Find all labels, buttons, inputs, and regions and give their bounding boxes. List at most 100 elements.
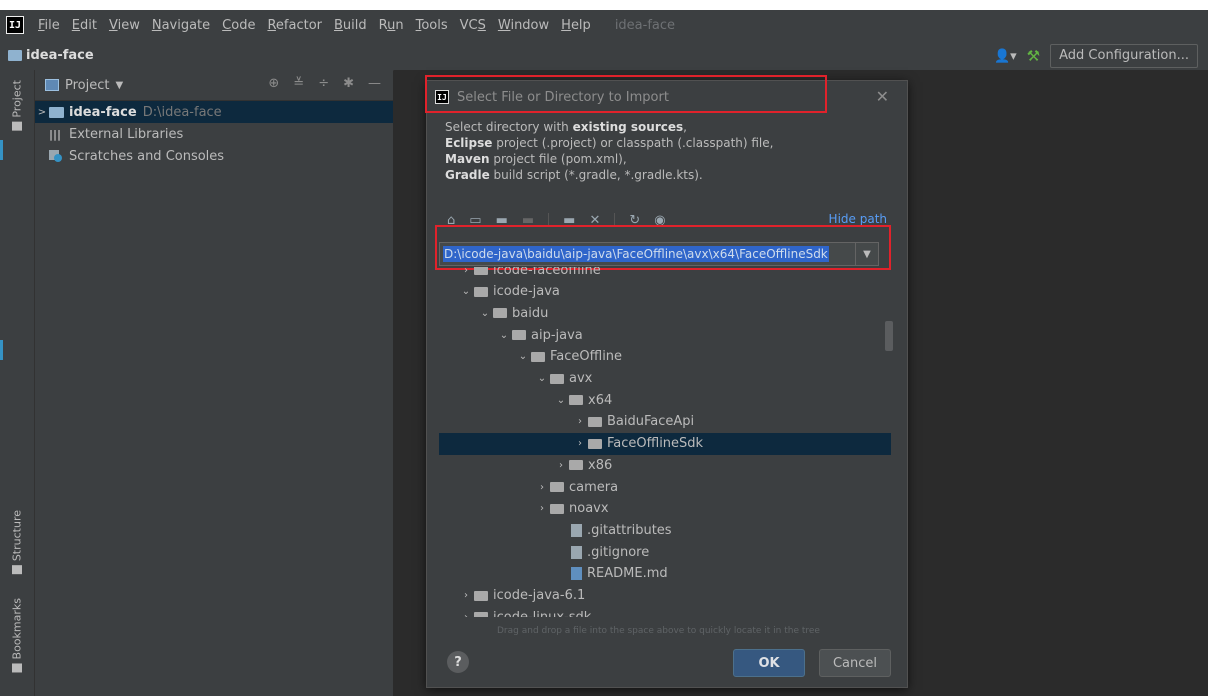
structure-icon — [12, 565, 22, 575]
collapse-all-icon[interactable]: ÷ — [318, 76, 329, 91]
menu-code[interactable]: Code — [216, 18, 261, 33]
scrollbar-thumb[interactable] — [885, 321, 893, 351]
navigation-bar: idea-face 👤▾ ⚒ Add Configuration... — [0, 40, 1208, 71]
tree-row[interactable]: ⌄ icode-java — [439, 281, 891, 303]
chevron-down-icon[interactable]: ⌄ — [534, 373, 550, 384]
tree-row[interactable]: ⌄ x64 — [439, 389, 891, 411]
tree-row[interactable]: ⌄ baidu — [439, 302, 891, 324]
menu-tools[interactable]: Tools — [410, 18, 454, 33]
tree-row[interactable]: ⌄ aip-java — [439, 324, 891, 346]
cancel-button[interactable]: Cancel — [819, 649, 891, 677]
tree-row[interactable]: › icode-java-6.1 — [439, 585, 891, 607]
project-view-icon — [45, 79, 59, 91]
tab-structure-label: Structure — [10, 510, 24, 562]
tree-label: FaceOffline — [550, 349, 623, 365]
ok-button[interactable]: OK — [733, 649, 805, 677]
chevron-right-icon[interactable]: > — [35, 107, 49, 118]
libraries-icon: ||| — [49, 127, 62, 141]
tab-project-label: Project — [10, 80, 24, 118]
breadcrumb-project[interactable]: idea-face — [26, 48, 94, 63]
tree-label: Scratches and Consoles — [69, 148, 225, 164]
desc-text: Select directory with — [445, 120, 573, 134]
tab-structure[interactable]: Structure — [6, 510, 28, 575]
tree-label: .gitignore — [587, 544, 650, 560]
tree-row[interactable]: ⌄ avx — [439, 368, 891, 390]
chevron-right-icon[interactable]: › — [572, 416, 588, 427]
menu-file[interactable]: File — [32, 18, 66, 33]
hide-icon[interactable]: — — [368, 76, 381, 91]
tab-project[interactable]: Project — [6, 80, 28, 131]
chevron-down-icon[interactable]: ⌄ — [458, 286, 474, 297]
chevron-right-icon[interactable]: › — [458, 612, 474, 617]
hide-path-link[interactable]: Hide path — [829, 212, 887, 226]
chevron-right-icon[interactable]: › — [553, 460, 569, 471]
chevron-down-icon[interactable]: ⌄ — [553, 395, 569, 406]
tree-label: BaiduFaceApi — [607, 414, 695, 430]
menu-build[interactable]: Build — [328, 18, 373, 33]
tree-row[interactable]: README.md — [439, 563, 891, 585]
tree-item-scratches[interactable]: Scratches and Consoles — [35, 145, 393, 167]
chevron-right-icon[interactable]: › — [458, 267, 474, 276]
highlight-box-title — [425, 75, 827, 113]
dialog-description: Select directory with existing sources, … — [427, 113, 907, 183]
locate-icon[interactable]: ⊕ — [268, 76, 279, 91]
desc-bold: existing sources — [572, 120, 684, 134]
tree-row[interactable]: › FaceOfflineSdk — [439, 432, 891, 455]
chevron-right-icon[interactable]: › — [534, 482, 550, 493]
close-icon[interactable]: ✕ — [876, 87, 889, 106]
desc-text: build script (*.gradle, *.gradle.kts). — [489, 168, 703, 182]
folder-icon — [569, 395, 583, 406]
tab-bookmarks[interactable]: Bookmarks — [6, 598, 28, 673]
tree-row[interactable]: › icode-linux-sdk — [439, 606, 891, 617]
navbar-actions: 👤▾ ⚒ Add Configuration... — [994, 44, 1198, 68]
chevron-down-icon[interactable]: ⌄ — [477, 308, 493, 319]
select-file-dialog: IJ Select File or Directory to Import ✕ … — [425, 75, 908, 688]
file-tree[interactable]: › icode-faceoffline ⌄ icode-java ⌄ baidu ⌄ aip-… — [439, 267, 891, 617]
menu-run[interactable]: Run — [373, 18, 410, 33]
chevron-right-icon[interactable]: › — [458, 590, 474, 601]
expand-all-icon[interactable]: ≚ — [293, 76, 304, 91]
tree-label: camera — [569, 479, 619, 495]
desc-text: , — [683, 120, 687, 134]
menu-vcs[interactable]: VCS — [454, 18, 492, 33]
gear-icon[interactable]: ✱ — [343, 76, 354, 91]
folder-icon — [493, 308, 507, 319]
user-icon[interactable]: 👤▾ — [994, 49, 1017, 64]
tree-item-external-libraries[interactable]: ||| External Libraries — [35, 123, 393, 145]
tree-label: idea-face — [69, 104, 137, 120]
tree-row[interactable]: › noavx — [439, 498, 891, 520]
build-hammer-icon[interactable]: ⚒ — [1027, 47, 1040, 65]
folder-icon — [550, 482, 564, 492]
menu-edit[interactable]: Edit — [66, 18, 103, 33]
tree-row[interactable]: › icode-faceoffline — [439, 267, 891, 281]
chevron-down-icon[interactable]: ⌄ — [496, 330, 512, 341]
chevron-down-icon[interactable]: ⌄ — [515, 351, 531, 362]
menu-window[interactable]: Window — [492, 18, 555, 33]
scratches-icon — [49, 150, 63, 162]
folder-icon — [588, 416, 602, 427]
tree-label: aip-java — [531, 327, 583, 343]
menu-view[interactable]: View — [103, 18, 146, 33]
tree-row[interactable]: .gitattributes — [439, 519, 891, 541]
chevron-right-icon[interactable]: › — [572, 438, 588, 449]
menu-refactor[interactable]: Refactor — [261, 18, 328, 33]
tree-row[interactable]: › BaiduFaceApi — [439, 411, 891, 433]
tab-bookmarks-label: Bookmarks — [10, 598, 24, 660]
tree-row[interactable]: ⌄ FaceOffline — [439, 346, 891, 368]
tree-row[interactable]: › camera — [439, 476, 891, 498]
menu-help[interactable]: Help — [555, 18, 597, 33]
tree-row[interactable]: .gitignore — [439, 541, 891, 563]
tree-item-idea-face[interactable]: > idea-face D:\idea-face — [35, 101, 393, 123]
menu-navigate[interactable]: Navigate — [146, 18, 216, 33]
project-panel-title[interactable]: Project — [65, 78, 109, 93]
tree-row[interactable]: › x86 — [439, 454, 891, 476]
tree-label: x86 — [588, 457, 613, 473]
chevron-right-icon[interactable]: › — [534, 503, 550, 514]
chevron-down-icon[interactable]: ▼ — [115, 80, 123, 91]
help-button[interactable]: ? — [447, 651, 469, 673]
folder-icon — [512, 330, 526, 341]
tree-label: .gitattributes — [587, 522, 672, 538]
project-panel-header: Project ▼ ⊕ ≚ ÷ ✱ — — [35, 70, 393, 101]
menu-items: File Edit View Navigate Code Refactor Build Run… — [32, 18, 597, 33]
add-configuration-button[interactable]: Add Configuration... — [1050, 44, 1198, 68]
